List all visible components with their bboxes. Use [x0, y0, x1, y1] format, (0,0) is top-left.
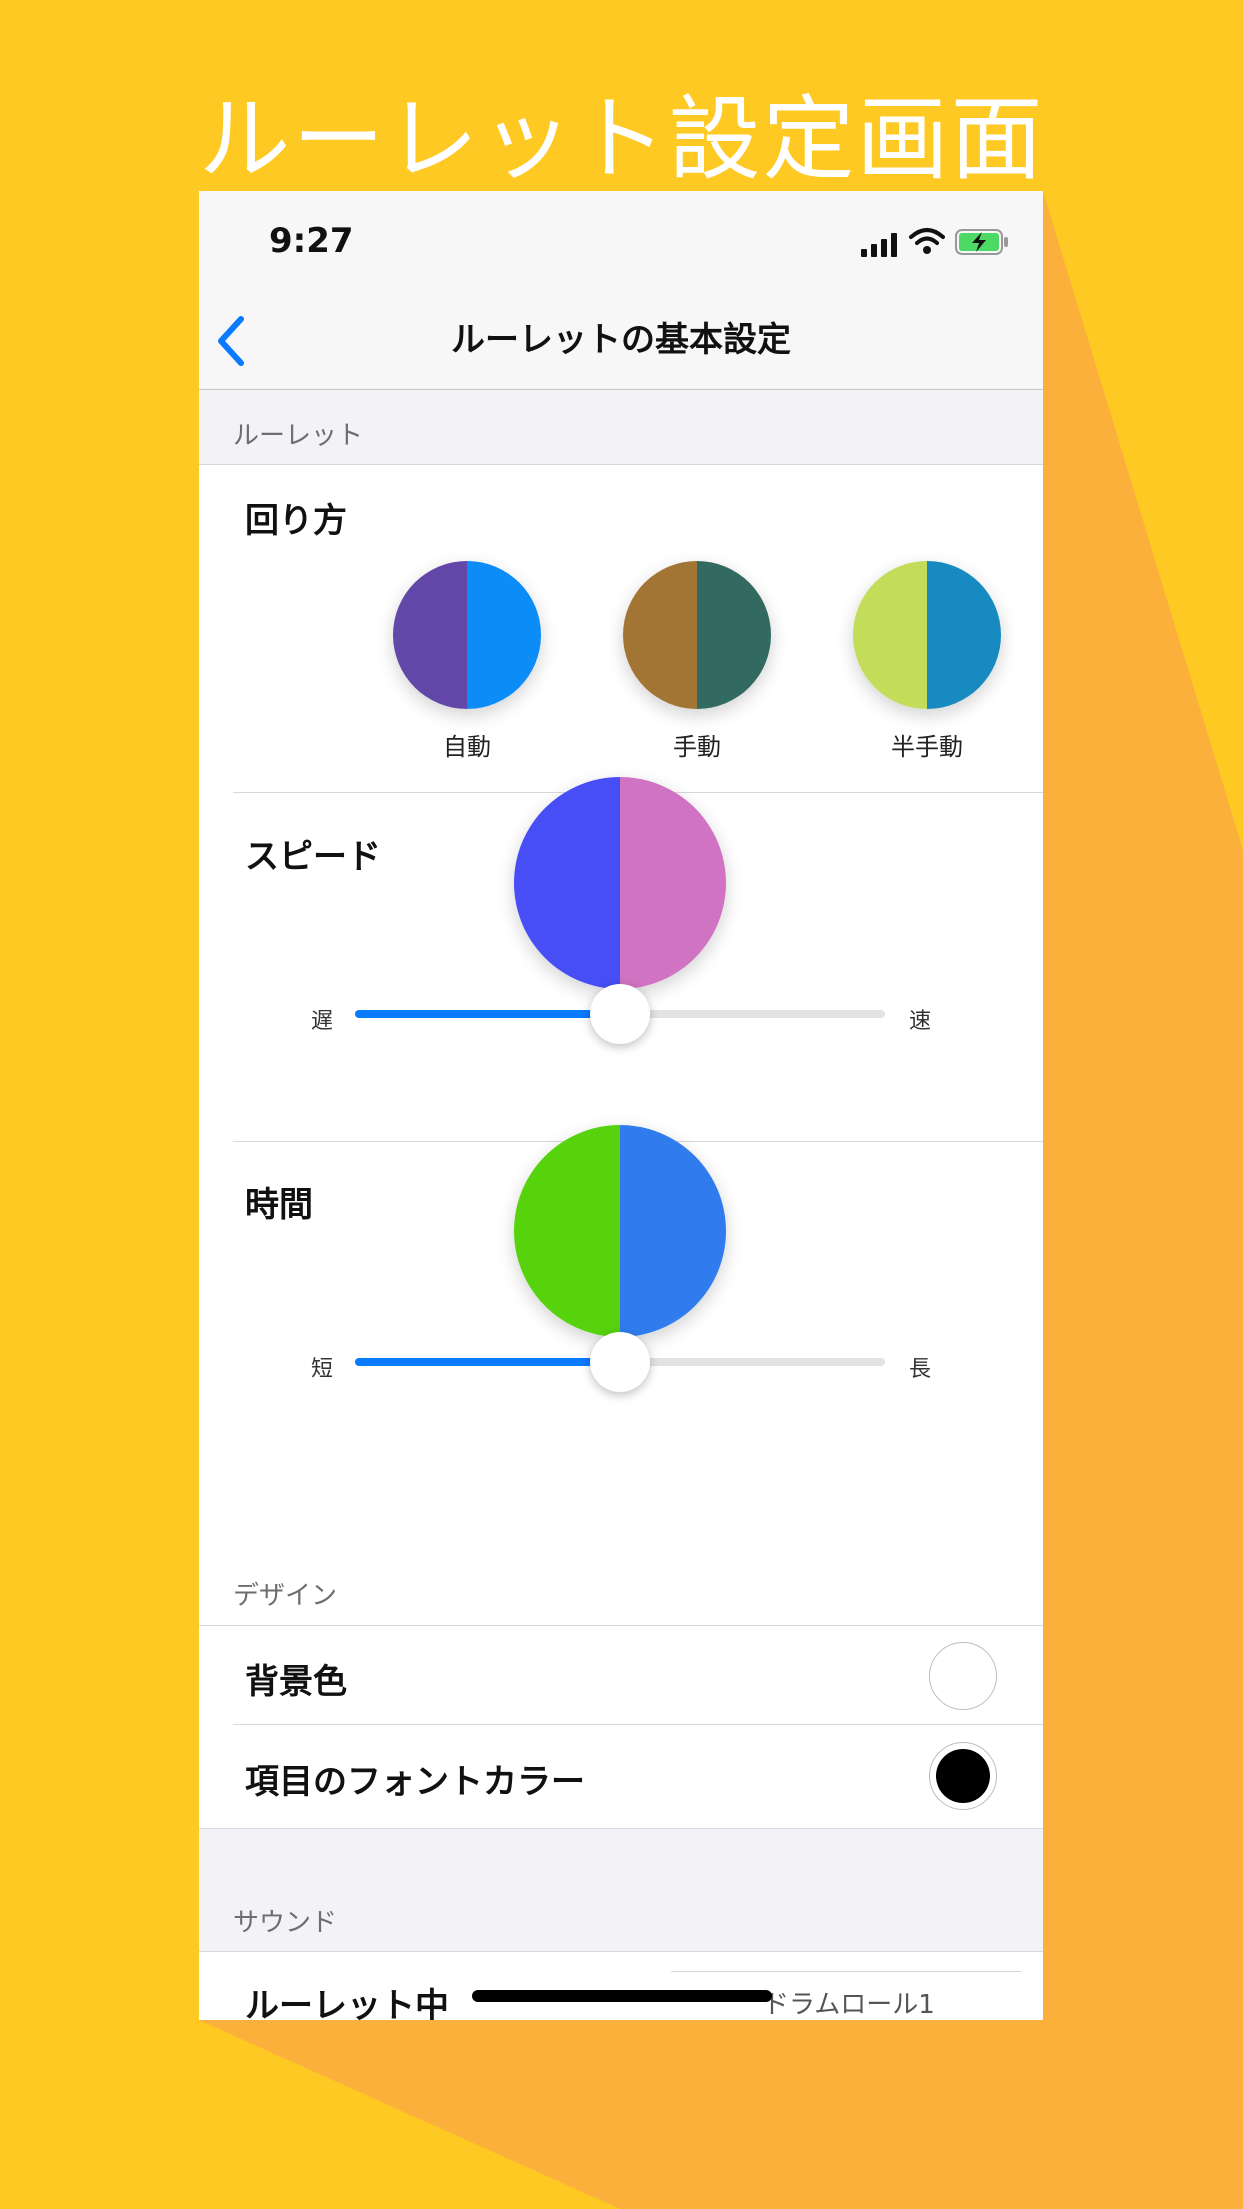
speed-slider-thumb[interactable]	[590, 984, 650, 1044]
design-settings-group: 背景色 項目のフォントカラー	[199, 1625, 1043, 1829]
preview-right-half	[927, 561, 1001, 709]
sound-during-value: ドラムロール1	[763, 1990, 935, 2020]
battery-charging-icon	[955, 229, 1008, 255]
row-separator	[233, 1724, 1043, 1725]
nav-title: ルーレットの基本設定	[451, 320, 791, 360]
section-header-roulette: ルーレット	[233, 421, 364, 451]
navigation-bar: ルーレットの基本設定	[199, 291, 1043, 390]
roulette-settings-group: 回り方 自動 手動 半手動 スピード 遅 速 時間 短 長	[199, 464, 1043, 1694]
preview-left-half	[853, 561, 927, 709]
preview-left-half	[514, 1125, 620, 1337]
preview-left-half	[514, 777, 620, 989]
duration-max-label: 長	[909, 1357, 932, 1382]
sound-settings-group: ルーレット中 ドラムロール1	[199, 1951, 1043, 2020]
background-color-swatch[interactable]	[929, 1642, 997, 1710]
rotation-preview-auto[interactable]	[393, 561, 541, 709]
preview-right-half	[620, 777, 726, 989]
preview-left-half	[623, 561, 697, 709]
status-bar: 9:27	[199, 191, 1043, 291]
speed-label: スピード	[245, 837, 381, 877]
rotation-preview-semi-manual[interactable]	[853, 561, 1001, 709]
preview-right-half	[467, 561, 541, 709]
font-color-label: 項目のフォントカラー	[245, 1762, 585, 1802]
speed-preview	[514, 777, 726, 989]
wifi-icon	[909, 228, 945, 254]
rotation-preview-manual[interactable]	[623, 561, 771, 709]
rotation-option-label: 半手動	[891, 733, 963, 761]
preview-right-half	[620, 1125, 726, 1337]
rotation-option-label: 手動	[673, 733, 721, 761]
cellular-signal-icon	[861, 233, 897, 257]
duration-label: 時間	[245, 1185, 313, 1225]
font-color-swatch[interactable]	[929, 1742, 997, 1810]
sound-during-label: ルーレット中	[245, 1986, 449, 2020]
rotation-label: 回り方	[245, 501, 347, 541]
phone-screen: 9:27 ルーレットの基本設定 ルーレット 回り方 自動 手動 半手動 スピード…	[199, 191, 1043, 2020]
speed-slider-fill	[355, 1010, 620, 1018]
rotation-option-label: 自動	[443, 733, 491, 761]
duration-min-label: 短	[311, 1357, 334, 1382]
duration-slider-fill	[355, 1358, 620, 1366]
speed-min-label: 遅	[311, 1009, 334, 1034]
row-separator	[671, 1971, 1021, 1972]
section-header-sound: サウンド	[233, 1908, 338, 1938]
speed-max-label: 速	[909, 1009, 932, 1034]
status-time: 9:27	[269, 221, 354, 261]
section-header-design: デザイン	[233, 1581, 338, 1611]
background-color-label: 背景色	[245, 1662, 347, 1702]
preview-right-half	[697, 561, 771, 709]
duration-slider-thumb[interactable]	[590, 1332, 650, 1392]
home-indicator	[472, 1990, 772, 2002]
preview-left-half	[393, 561, 467, 709]
page-headline: ルーレット設定画面	[198, 86, 1045, 193]
font-color-swatch-fill	[936, 1749, 990, 1803]
duration-preview	[514, 1125, 726, 1337]
